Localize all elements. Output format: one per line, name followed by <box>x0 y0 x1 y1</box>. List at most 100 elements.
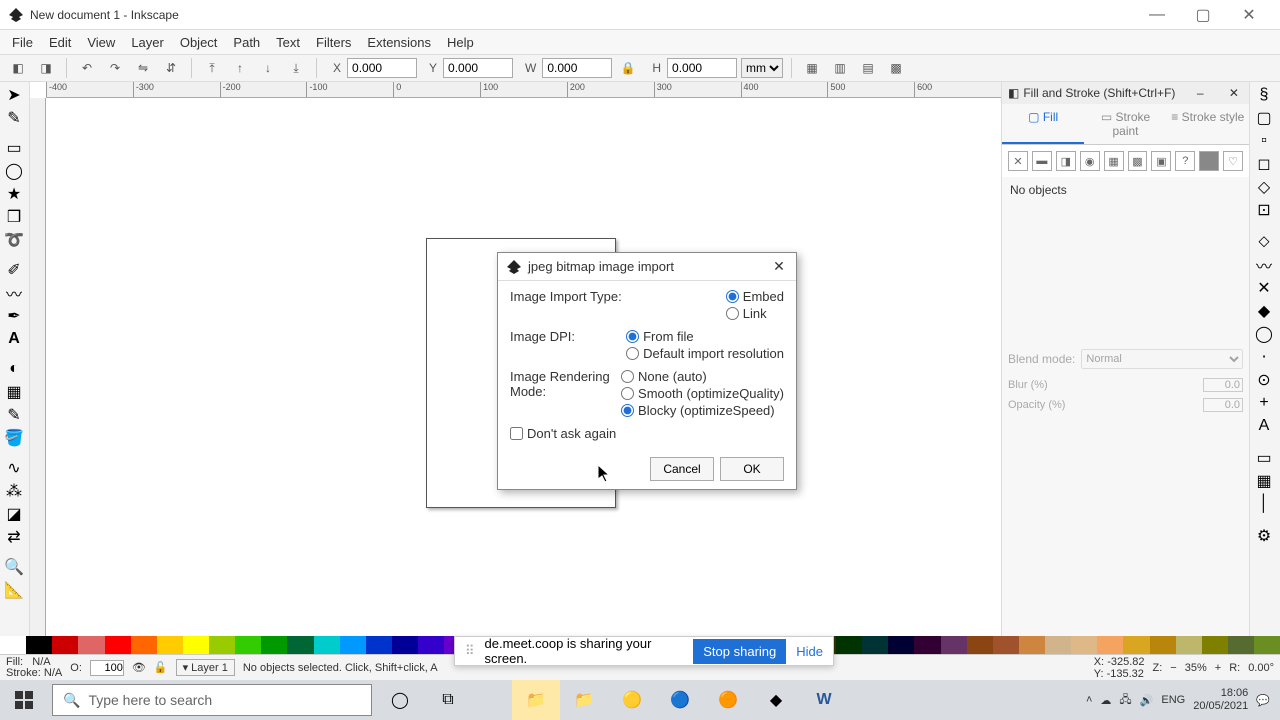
palette-swatch[interactable] <box>314 636 340 654</box>
flip-v-icon[interactable]: ⇵ <box>159 57 183 79</box>
connector-tool-icon[interactable]: ⇄ <box>0 526 28 548</box>
mesh-tool-icon[interactable]: ▦ <box>0 381 28 403</box>
zoom-out-icon[interactable]: − <box>1170 662 1176 674</box>
menu-help[interactable]: Help <box>439 32 482 53</box>
palette-swatch[interactable] <box>392 636 418 654</box>
text-tool-icon[interactable]: A <box>0 328 28 350</box>
paint-pattern-icon[interactable]: ▩ <box>1128 151 1148 171</box>
palette-swatch[interactable] <box>366 636 392 654</box>
palette-swatch[interactable] <box>993 636 1019 654</box>
x-input[interactable] <box>347 58 417 78</box>
rotate-ccw-icon[interactable]: ↶ <box>75 57 99 79</box>
palette-swatch[interactable] <box>1202 636 1228 654</box>
radio-render-smooth[interactable]: Smooth (optimizeQuality) <box>621 386 784 401</box>
lock-aspect-icon[interactable]: 🔒 <box>616 57 640 79</box>
zoom-in-icon[interactable]: + <box>1215 662 1221 674</box>
palette-swatch[interactable] <box>209 636 235 654</box>
raise-icon[interactable]: ↑ <box>228 57 252 79</box>
menu-filters[interactable]: Filters <box>308 32 359 53</box>
panel-close-icon[interactable]: ✕ <box>1225 86 1243 100</box>
snap-intersection-icon[interactable]: ✕ <box>1250 277 1278 299</box>
taskbar-app-chrome[interactable]: 🟡 <box>608 680 656 720</box>
palette-swatch[interactable] <box>157 636 183 654</box>
paint-none-icon[interactable]: ✕ <box>1008 151 1028 171</box>
transform-pattern-icon[interactable]: ▩ <box>884 57 908 79</box>
lower-icon[interactable]: ↓ <box>256 57 280 79</box>
menu-text[interactable]: Text <box>268 32 308 53</box>
ok-button[interactable]: OK <box>720 457 784 481</box>
tray-overflow-icon[interactable]: ˄ <box>1086 694 1092 706</box>
palette-swatch[interactable] <box>1176 636 1202 654</box>
paintbucket-tool-icon[interactable]: 🪣 <box>0 427 28 449</box>
w-input[interactable] <box>542 58 612 78</box>
start-button[interactable] <box>0 680 48 720</box>
snap-bbox-corner-icon[interactable]: ◻ <box>1250 153 1278 175</box>
snap-path-icon[interactable]: 〰 <box>1250 254 1278 276</box>
snap-grid-icon[interactable]: ▦ <box>1250 470 1278 492</box>
snap-smooth-icon[interactable]: ◯ <box>1250 323 1278 345</box>
palette-swatch[interactable] <box>287 636 313 654</box>
rect-tool-icon[interactable]: ▭ <box>0 137 28 159</box>
palette-swatch[interactable] <box>1254 636 1280 654</box>
paint-unknown-icon[interactable]: ? <box>1175 151 1195 171</box>
select-all-layers-icon[interactable]: ◧ <box>6 57 30 79</box>
palette-swatch[interactable] <box>1228 636 1254 654</box>
snap-enable-icon[interactable]: § <box>1250 84 1278 106</box>
snap-bbox-edge-icon[interactable]: ▫ <box>1250 130 1278 152</box>
node-tool-icon[interactable]: ✎ <box>0 107 28 129</box>
tab-stroke-style[interactable]: ≡ Stroke style <box>1167 104 1249 144</box>
tab-stroke-paint[interactable]: ▭ Stroke paint <box>1084 104 1166 144</box>
y-input[interactable] <box>443 58 513 78</box>
radio-dpi-default[interactable]: Default import resolution <box>626 346 784 361</box>
snap-node-icon[interactable]: ⬦ <box>1250 231 1278 253</box>
pencil-tool-icon[interactable]: ✐ <box>0 259 28 281</box>
status-opacity-input[interactable] <box>90 660 124 676</box>
paint-linear-icon[interactable]: ◨ <box>1056 151 1076 171</box>
tweak-tool-icon[interactable]: ∿ <box>0 457 28 479</box>
blend-mode-select[interactable]: Normal <box>1081 349 1243 369</box>
palette-swatch[interactable] <box>52 636 78 654</box>
rotate-cw-icon[interactable]: ↷ <box>103 57 127 79</box>
layer-lock-icon[interactable]: 🔓 <box>154 661 168 674</box>
unit-select[interactable]: mm <box>741 58 783 78</box>
lower-bottom-icon[interactable]: ⤓ <box>284 57 308 79</box>
radio-link[interactable]: Link <box>726 306 784 321</box>
menu-file[interactable]: File <box>4 32 41 53</box>
paint-flat-icon[interactable]: ▬ <box>1032 151 1052 171</box>
palette-swatch[interactable] <box>0 636 26 654</box>
tray-language-icon[interactable]: ENG <box>1161 694 1185 706</box>
radio-embed[interactable]: Embed <box>726 289 784 304</box>
menu-extensions[interactable]: Extensions <box>359 32 439 53</box>
taskbar-app-inkscape[interactable]: ◆ <box>752 680 800 720</box>
calligraphy-tool-icon[interactable]: ✒ <box>0 305 28 327</box>
snap-cusp-icon[interactable]: ◆ <box>1250 300 1278 322</box>
opacity-value[interactable]: 0.0 <box>1203 398 1243 412</box>
palette-swatch[interactable] <box>1123 636 1149 654</box>
layer-selector[interactable]: ▾ Layer 1 <box>176 659 235 676</box>
maximize-button[interactable]: ▢ <box>1180 0 1226 30</box>
3dbox-tool-icon[interactable]: ❒ <box>0 206 28 228</box>
tray-volume-icon[interactable]: 🔊 <box>1140 694 1154 707</box>
transform-corner-icon[interactable]: ▤ <box>856 57 880 79</box>
palette-swatch[interactable] <box>418 636 444 654</box>
tray-notifications-icon[interactable]: 💬 <box>1256 694 1270 707</box>
taskbar-app-explorer[interactable]: 📁 <box>512 680 560 720</box>
taskbar-app-firefox[interactable]: 🟠 <box>704 680 752 720</box>
spiral-tool-icon[interactable]: ➰ <box>0 229 28 251</box>
palette-swatch[interactable] <box>261 636 287 654</box>
palette-swatch[interactable] <box>340 636 366 654</box>
palette-swatch[interactable] <box>78 636 104 654</box>
palette-swatch[interactable] <box>836 636 862 654</box>
task-view-icon[interactable]: ⧉ <box>424 680 472 720</box>
menu-layer[interactable]: Layer <box>123 32 172 53</box>
bezier-tool-icon[interactable]: 〰 <box>0 282 28 304</box>
gradient-tool-icon[interactable]: ◐ <box>0 358 28 380</box>
transform-move-icon[interactable]: ▦ <box>800 57 824 79</box>
tray-onedrive-icon[interactable]: ☁ <box>1100 694 1111 707</box>
status-rotation[interactable]: 0.00° <box>1248 662 1274 674</box>
snap-midpoint-icon[interactable]: ⋅ <box>1250 346 1278 368</box>
tab-fill[interactable]: ▢ Fill <box>1002 104 1084 144</box>
palette-swatch[interactable] <box>862 636 888 654</box>
eraser-tool-icon[interactable]: ◪ <box>0 503 28 525</box>
radio-render-blocky[interactable]: Blocky (optimizeSpeed) <box>621 403 784 418</box>
